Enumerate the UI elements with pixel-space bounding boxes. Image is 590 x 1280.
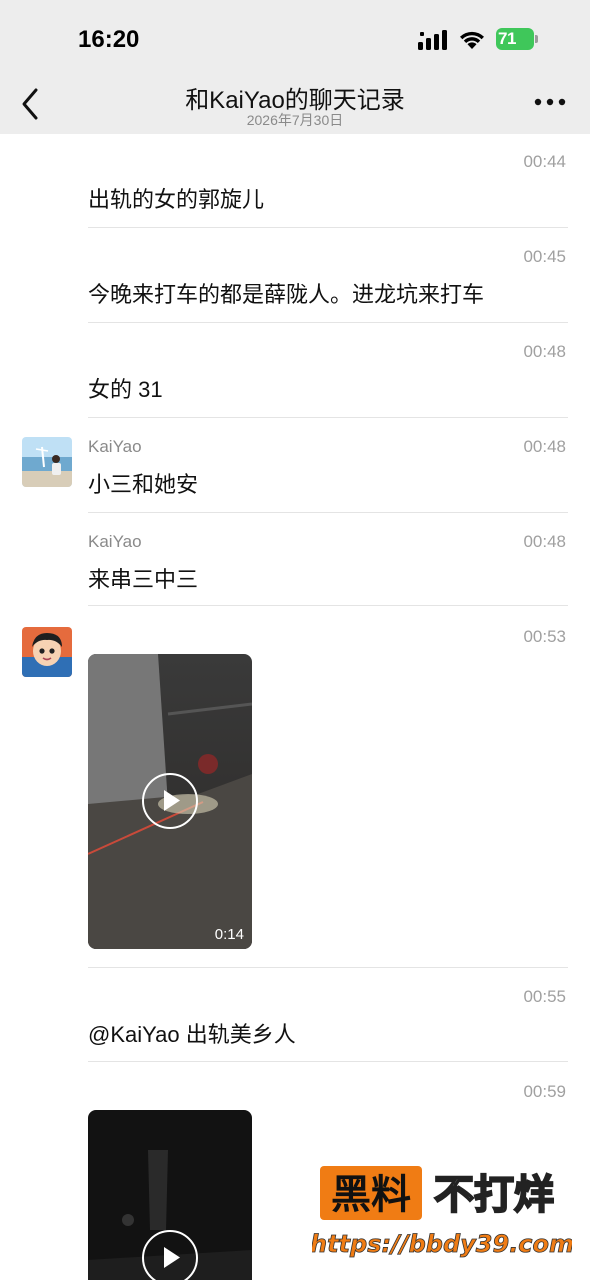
message-time: 00:45 [523,247,566,266]
message-text: 今晚来打车的都是薛陇人。进龙坑来打车 [88,282,485,307]
message-divider [88,227,568,228]
message-divider [88,605,568,606]
message-text: 女的 31 [88,377,163,402]
more-options-icon[interactable] [530,94,570,110]
chat-message[interactable]: 00:55 @KaiYao 出轨美乡人 [0,975,590,1065]
watermark-brand-right: 不打烊 [434,1172,554,1218]
play-icon[interactable] [142,773,198,829]
message-time: 00:44 [523,152,566,171]
battery-level: 71 [498,29,516,48]
message-sender: KaiYao [88,437,142,456]
message-divider [88,1061,568,1062]
message-divider [88,967,568,968]
message-divider [88,322,568,323]
page-subtitle-date: 2026年7月30日 [246,112,344,128]
chat-message[interactable]: 00:45 今晚来打车的都是薛陇人。进龙坑来打车 [0,235,590,325]
message-time: 00:59 [523,1082,566,1101]
chat-message[interactable]: 00:53 0:14 [0,615,590,970]
video-thumbnail[interactable] [88,1110,252,1280]
chat-message[interactable]: KaiYao 00:48 来串三中三 [0,520,590,610]
battery-icon: 71 [496,28,538,50]
wifi-icon [460,31,484,49]
play-icon[interactable] [142,1230,198,1280]
video-thumbnail[interactable]: 0:14 [88,654,252,949]
status-time: 16:20 [78,26,140,53]
message-divider [88,512,568,513]
message-sender: KaiYao [88,532,142,551]
chat-message[interactable]: 00:44 出轨的女的郭旋儿 [0,140,590,230]
video-duration: 0:14 [214,926,244,943]
watermark-url: https://bbdy39.com [312,1230,572,1258]
watermark-brand-left: 黑料 [331,1172,411,1218]
message-text: 出轨的女的郭旋儿 [88,187,265,212]
chat-message[interactable]: KaiYao 00:48 小三和她安 [0,425,590,515]
message-text: @KaiYao 出轨美乡人 [88,1022,296,1047]
kaiyao-avatar[interactable] [22,437,72,487]
message-text: 小三和她安 [88,472,199,497]
message-time: 00:48 [523,437,566,456]
message-time: 00:48 [523,342,566,361]
cellular-signal-icon [418,30,447,50]
message-time: 00:48 [523,532,566,551]
message-text: 来串三中三 [88,567,199,592]
chat-header: 16:20 71 和KaiYao的聊天记录 2026年7月30日 [0,0,590,134]
watermark-logo: 黑料 不打烊 https://bbdy39.com [310,1162,574,1262]
message-time: 00:55 [523,987,566,1006]
chat-message[interactable]: 00:48 女的 31 [0,330,590,420]
message-time: 00:53 [523,627,566,646]
user-avatar[interactable] [22,627,72,677]
message-divider [88,417,568,418]
